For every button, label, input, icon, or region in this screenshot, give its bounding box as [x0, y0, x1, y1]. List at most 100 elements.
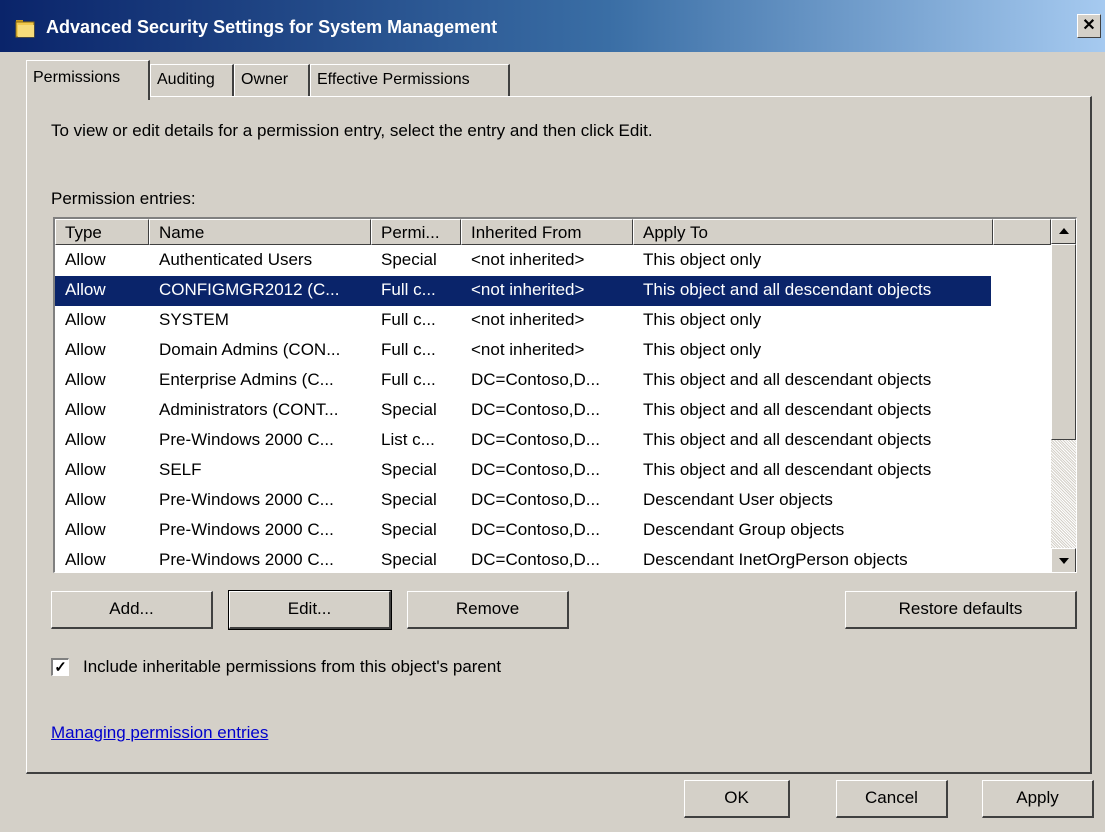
cell-type: Allow: [65, 520, 106, 539]
cell-type: Allow: [65, 310, 106, 329]
cell-permission: Special: [381, 250, 437, 269]
cell-apply-to: This object and all descendant objects: [643, 370, 932, 389]
tab-label: Owner: [241, 71, 289, 88]
cell-apply-to: This object and all descendant objects: [643, 400, 932, 419]
cell-name: SYSTEM: [159, 310, 229, 329]
cell-type: Allow: [65, 400, 106, 419]
cell-type: Allow: [65, 460, 106, 479]
close-button[interactable]: ✕: [1077, 14, 1101, 38]
cell-inherited-from: DC=Contoso,D...: [471, 430, 600, 449]
table-row[interactable]: Allow Authenticated Users Special <not inhe…: [55, 246, 1055, 276]
scroll-down-button[interactable]: [1051, 548, 1076, 572]
instruction-text: To view or edit details for a permission…: [51, 121, 653, 140]
cell-inherited-from: DC=Contoso,D...: [471, 370, 600, 389]
cell-inherited-from: <not inherited>: [471, 250, 585, 269]
column-header-inherited-from[interactable]: Inherited From: [461, 219, 633, 245]
include-inheritable-checkbox[interactable]: ✓: [51, 658, 69, 676]
table-row[interactable]: Allow Pre-Windows 2000 C... List c... DC=Co…: [55, 426, 1055, 456]
cell-name: SELF: [159, 460, 202, 479]
edit-button[interactable]: Edit...: [228, 590, 392, 630]
permissions-tab-page: To view or edit details for a permission…: [26, 96, 1092, 774]
cell-inherited-from: <not inherited>: [471, 310, 585, 329]
cell-permission: Full c...: [381, 340, 436, 359]
close-icon: ✕: [1082, 17, 1096, 34]
table-row[interactable]: Allow Pre-Windows 2000 C... Special DC=Cont…: [55, 546, 1055, 572]
table-row[interactable]: Allow Pre-Windows 2000 C... Special DC=Cont…: [55, 486, 1055, 516]
apply-button[interactable]: Apply: [982, 780, 1094, 818]
remove-button[interactable]: Remove: [407, 591, 569, 629]
tab-label: Effective Permissions: [317, 71, 470, 88]
table-row[interactable]: Allow Enterprise Admins (C... Full c... DC=…: [55, 366, 1055, 396]
title-bar: Advanced Security Settings for System Ma…: [0, 0, 1105, 52]
cell-name: Pre-Windows 2000 C...: [159, 430, 334, 449]
column-header-type[interactable]: Type: [55, 219, 149, 245]
table-row[interactable]: Allow SELF Special DC=Contoso,D... This obje…: [55, 456, 1055, 486]
cell-inherited-from: DC=Contoso,D...: [471, 550, 600, 569]
cell-inherited-from: DC=Contoso,D...: [471, 460, 600, 479]
cell-permission: Special: [381, 460, 437, 479]
cell-name: Administrators (CONT...: [159, 400, 339, 419]
list-rows: Allow Authenticated Users Special <not inhe…: [55, 246, 1055, 572]
list-header: Type Name Permi... Inherited From Apply …: [55, 219, 1055, 245]
cell-name: Authenticated Users: [159, 250, 313, 269]
cell-type: Allow: [65, 490, 106, 509]
tab-auditing[interactable]: Auditing: [150, 64, 234, 96]
table-row[interactable]: Allow Domain Admins (CON... Full c... <not …: [55, 336, 1055, 366]
permission-entries-label: Permission entries:: [51, 189, 196, 208]
arrow-up-icon: [1059, 228, 1069, 234]
cell-apply-to: This object only: [643, 340, 762, 359]
cell-inherited-from: <not inherited>: [471, 280, 585, 299]
cell-type: Allow: [65, 340, 106, 359]
cell-name: CONFIGMGR2012 (C...: [159, 280, 340, 299]
column-header-filler: [993, 219, 1051, 245]
cell-permission: Full c...: [381, 310, 436, 329]
cell-type: Allow: [65, 550, 106, 569]
cell-apply-to: This object only: [643, 250, 762, 269]
column-header-name[interactable]: Name: [149, 219, 371, 245]
add-button[interactable]: Add...: [51, 591, 213, 629]
cell-type: Allow: [65, 430, 106, 449]
cell-apply-to: Descendant Group objects: [643, 520, 845, 539]
cell-permission: Full c...: [381, 280, 436, 299]
folder-icon: [15, 20, 35, 38]
cell-name: Pre-Windows 2000 C...: [159, 490, 334, 509]
cell-permission: Special: [381, 400, 437, 419]
cell-permission: Full c...: [381, 370, 436, 389]
tab-label: Auditing: [157, 71, 215, 88]
table-row[interactable]: Allow Pre-Windows 2000 C... Special DC=Cont…: [55, 516, 1055, 546]
cell-permission: List c...: [381, 430, 435, 449]
cell-name: Pre-Windows 2000 C...: [159, 520, 334, 539]
ok-button[interactable]: OK: [684, 780, 790, 818]
table-row[interactable]: Allow SYSTEM Full c... <not inherited> This …: [55, 306, 1055, 336]
cell-type: Allow: [65, 370, 106, 389]
managing-permission-entries-link[interactable]: Managing permission entries: [51, 723, 268, 743]
cell-inherited-from: DC=Contoso,D...: [471, 520, 600, 539]
cell-inherited-from: DC=Contoso,D...: [471, 490, 600, 509]
include-inheritable-label: Include inheritable permissions from thi…: [83, 657, 502, 676]
cell-type: Allow: [65, 280, 106, 299]
table-row[interactable]: Allow Administrators (CONT... Special DC=Co…: [55, 396, 1055, 426]
column-header-permission[interactable]: Permi...: [371, 219, 461, 245]
checkmark-icon: ✓: [54, 659, 67, 676]
cell-inherited-from: DC=Contoso,D...: [471, 400, 600, 419]
cell-name: Pre-Windows 2000 C...: [159, 550, 334, 569]
restore-defaults-button[interactable]: Restore defaults: [845, 591, 1077, 629]
column-header-apply-to[interactable]: Apply To: [633, 219, 993, 245]
cancel-button[interactable]: Cancel: [836, 780, 948, 818]
scroll-thumb[interactable]: [1051, 244, 1076, 440]
tab-owner[interactable]: Owner: [234, 64, 310, 96]
permission-entries-list[interactable]: Type Name Permi... Inherited From Apply …: [53, 217, 1077, 573]
tab-effective-permissions[interactable]: Effective Permissions: [310, 64, 510, 96]
cell-permission: Special: [381, 490, 437, 509]
cell-name: Enterprise Admins (C...: [159, 370, 334, 389]
cell-apply-to: Descendant InetOrgPerson objects: [643, 550, 908, 569]
vertical-scrollbar[interactable]: [1051, 219, 1076, 572]
tab-permissions[interactable]: Permissions: [26, 60, 150, 100]
scroll-up-button[interactable]: [1051, 219, 1076, 244]
cell-permission: Special: [381, 550, 437, 569]
window-title: Advanced Security Settings for System Ma…: [46, 17, 498, 37]
cell-inherited-from: <not inherited>: [471, 340, 585, 359]
table-row[interactable]: Allow CONFIGMGR2012 (C... Full c... <not in…: [55, 276, 991, 306]
arrow-down-icon: [1059, 558, 1069, 564]
cell-name: Domain Admins (CON...: [159, 340, 341, 359]
